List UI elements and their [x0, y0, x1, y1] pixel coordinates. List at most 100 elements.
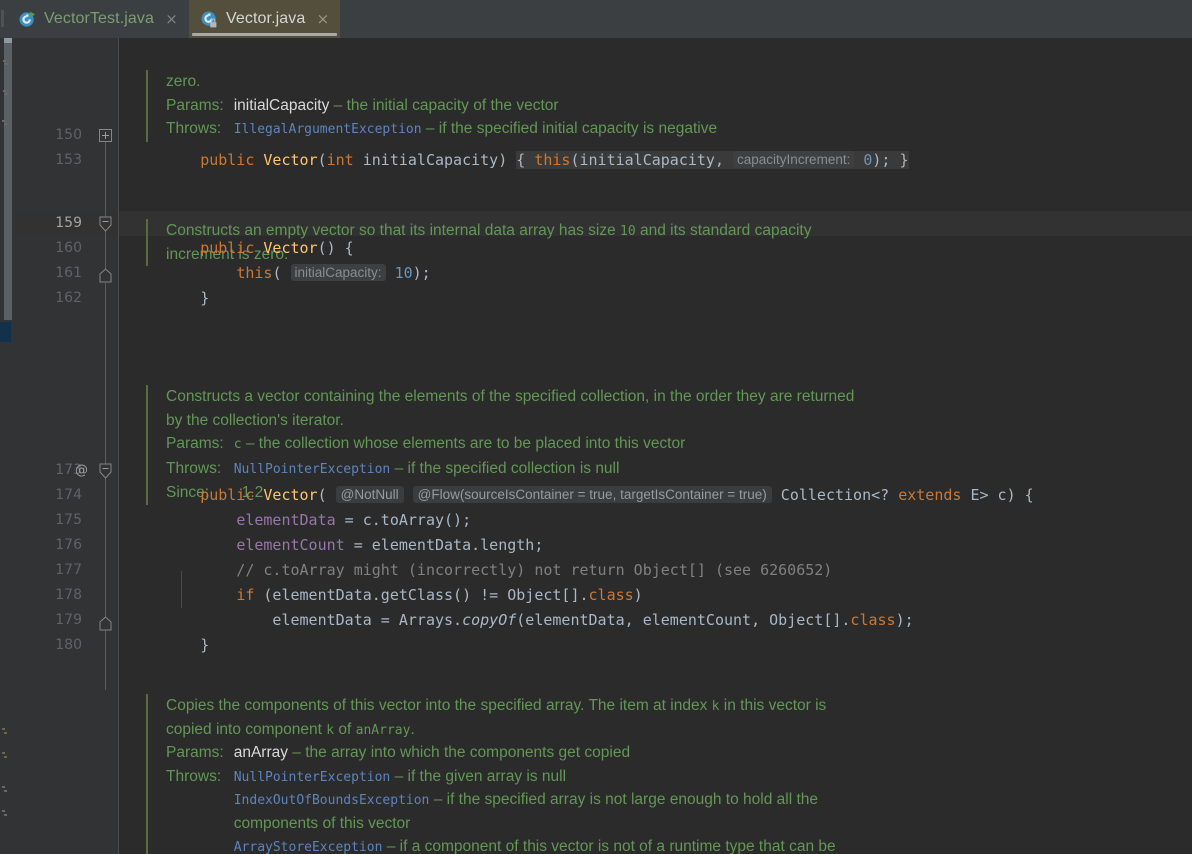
editor-tab-vectortest[interactable]: VectorTest.java ×	[7, 0, 189, 38]
code-line-178[interactable]: elementData = Arrays.copyOf(elementData,…	[146, 583, 913, 629]
code-token: elementData = Arrays.	[200, 611, 463, 629]
code-line-177[interactable]: if (elementData.getClass() != Object[].c…	[146, 558, 642, 604]
code-line-150[interactable]: public Vector(int initialCapacity) { thi…	[146, 123, 909, 169]
code-token-method: Vector	[263, 151, 318, 169]
code-token-keyword: this	[534, 151, 571, 169]
editor-gutter[interactable]: 150 153 159 160 161 162 173 174 175 176 …	[13, 38, 118, 854]
javadoc-type-link[interactable]: NullPointerException	[234, 770, 391, 785]
line-number: 177	[55, 562, 82, 578]
javadoc-type-link[interactable]: IndexOutOfBoundsException	[234, 793, 430, 808]
javadoc-text: by the collection's iterator.	[166, 411, 344, 429]
javadoc-text: zero.	[166, 73, 201, 90]
javadoc-tag-label: Params:	[166, 96, 224, 114]
line-number: 175	[55, 512, 82, 528]
code-line-174[interactable]: elementData = c.toArray();	[146, 483, 471, 529]
javadoc-line: copied into component k of anArray.	[166, 718, 1046, 742]
javadoc-text: of	[334, 720, 356, 738]
close-icon[interactable]: ×	[316, 11, 330, 27]
line-number: 176	[55, 537, 82, 553]
javadoc-tag-table: Params: anArray – the array into which t…	[166, 741, 836, 854]
line-number: 180	[55, 637, 82, 653]
code-token: (	[317, 151, 327, 169]
fold-end-icon[interactable]	[99, 616, 112, 631]
code-token-keyword: class	[850, 611, 896, 629]
editor-tab-vector[interactable]: Vector.java ×	[189, 0, 341, 38]
javadoc-type-link[interactable]: ArrayStoreException	[234, 840, 383, 854]
code-token-keyword: public	[200, 151, 264, 169]
javadoc-tag-value: initialCapacity – the initial capacity o…	[234, 94, 717, 118]
javadoc-text: .	[410, 720, 415, 738]
code-line-176[interactable]: // c.toArray might (incorrectly) not ret…	[146, 533, 832, 579]
javadoc-code: 10	[620, 224, 636, 239]
changed-lines-marker[interactable]	[0, 322, 11, 342]
fold-connector	[105, 468, 106, 620]
javadoc-text: – if a component of this vector is not o…	[382, 838, 836, 854]
minimap-mark	[5, 63, 8, 65]
javadoc-line: zero.	[166, 70, 946, 94]
minimap-mark	[3, 60, 6, 62]
editor-tab-bar: VectorTest.java × Vector.java ×	[0, 0, 1192, 38]
minimap-mark	[2, 728, 5, 730]
javadoc-text: – if the specified array is not large en…	[429, 791, 818, 808]
code-token: );	[895, 611, 914, 629]
code-line-179[interactable]: }	[146, 608, 209, 654]
javadoc-text: copied into component	[166, 720, 327, 738]
javadoc-text: – if the given array is null	[390, 767, 567, 785]
minimap-mark	[4, 123, 7, 125]
minimap-mark	[5, 93, 8, 95]
javadoc-text: – the array into which the components ge…	[288, 744, 631, 761]
javadoc-line: Copies the components of this vector int…	[166, 694, 1046, 718]
line-number: 153	[55, 152, 82, 168]
code-token: <?	[871, 486, 899, 504]
scrollbar-thumb[interactable]	[4, 38, 12, 320]
fold-collapse-icon[interactable]	[99, 463, 112, 480]
javadoc-line: by the collection's iterator.	[166, 409, 1006, 433]
javadoc-text: and its standard capacity	[635, 222, 812, 239]
fold-connector	[105, 283, 106, 473]
annotation-gutter-marker[interactable]: @	[75, 458, 88, 483]
javadoc-tag-label: Params:	[166, 744, 224, 761]
code-token-keyword: extends	[898, 486, 971, 504]
tab-bar-left-edge	[0, 0, 7, 38]
parameter-hint-inlay[interactable]: capacityIncrement:	[733, 151, 855, 168]
javadoc-tag-value: NullPointerException – if the given arra…	[234, 765, 836, 854]
minimap-mark	[4, 756, 7, 758]
code-editor-area[interactable]: zero. Params: initialCapacity – the init…	[119, 38, 1192, 854]
indent-guide	[181, 571, 182, 608]
line-number: 162	[55, 290, 82, 306]
code-token: )	[498, 151, 517, 169]
editor-marker-strip[interactable]	[0, 38, 13, 854]
javadoc-throws-entry: IndexOutOfBoundsException – if the speci…	[234, 788, 836, 812]
javadoc-param-name: initialCapacity	[233, 96, 330, 114]
minimap-mark	[4, 814, 7, 816]
editor-tab-label: VectorTest.java	[44, 10, 154, 27]
java-class-readonly-icon	[200, 10, 219, 29]
code-token: initialCapacity	[362, 151, 499, 169]
javadoc-throws-entry: ArrayStoreException – if a component of …	[234, 835, 836, 854]
javadoc-tag-value: c – the collection whose elements are to…	[234, 432, 686, 457]
javadoc-code: anArray	[355, 722, 411, 738]
javadoc-throws-entry: components of this vector	[234, 812, 836, 836]
line-number: 178	[55, 587, 82, 603]
code-line-160[interactable]: this( initialCapacity: 10);	[146, 236, 431, 282]
code-line-159[interactable]: public Vector() {	[146, 211, 354, 257]
fold-collapse-icon[interactable]	[99, 216, 112, 233]
fold-end-icon[interactable]	[99, 268, 112, 283]
fold-expand-icon[interactable]	[99, 129, 112, 142]
javadoc-tag-row: Params: initialCapacity – the initial ca…	[166, 94, 717, 118]
minimap-mark	[2, 752, 5, 754]
code-token: }	[200, 289, 210, 307]
code-line-161[interactable]: }	[146, 261, 209, 307]
code-token: }	[899, 151, 909, 169]
parameter-hint-inlay[interactable]: initialCapacity:	[290, 264, 386, 281]
code-line-175[interactable]: elementCount = elementData.length;	[146, 508, 543, 554]
code-line-173[interactable]: public Vector( @NotNull @Flow(sourceIsCo…	[146, 458, 1034, 504]
close-icon[interactable]: ×	[165, 11, 178, 27]
collapsed-fold-region[interactable]: { this(initialCapacity, capacityIncremen…	[516, 151, 909, 169]
scrollbar-thumb-cap	[4, 38, 12, 43]
code-token: (initialCapacity,	[570, 151, 734, 169]
javadoc-tag-row: Params: c – the collection whose element…	[166, 432, 685, 457]
code-token: }	[200, 636, 210, 654]
